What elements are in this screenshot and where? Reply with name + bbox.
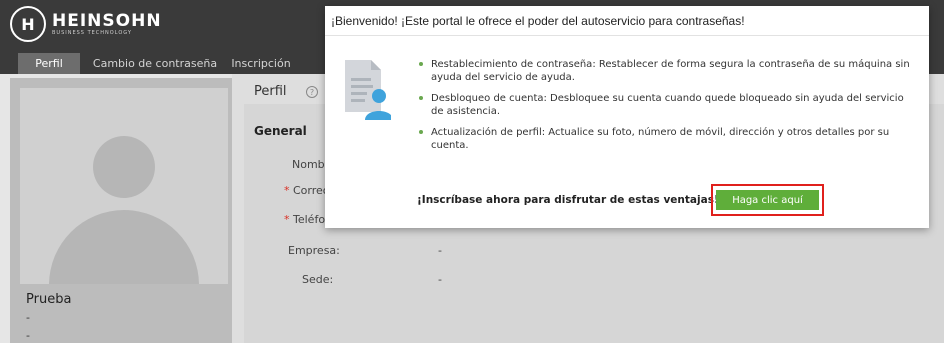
cta-text: ¡Inscríbase ahora para disfrutar de esta… <box>417 194 719 206</box>
field-label-text: Nombr <box>292 158 330 171</box>
benefit-item-profile: Actualización de perfil: Actualice su fo… <box>417 126 917 152</box>
tab-inscripcion[interactable]: Inscripción <box>230 53 292 74</box>
field-label-text: Teléfo <box>293 213 326 226</box>
logo-text: HEINSOHN BUSINESS TECHNOLOGY <box>52 12 162 36</box>
avatar-body-shape <box>49 210 199 284</box>
modal-title: ¡Bienvenido! ¡Este portal le ofrece el p… <box>331 14 745 28</box>
profile-detail-1: - <box>26 311 30 324</box>
profile-detail-2: - <box>26 329 30 342</box>
document-user-icon <box>345 60 391 120</box>
modal-header: ¡Bienvenido! ¡Este portal le ofrece el p… <box>325 6 929 36</box>
help-circle-icon[interactable]: ? <box>306 86 318 98</box>
cta-highlight-frame: Haga clic aquí <box>711 184 824 216</box>
profile-name: Prueba <box>26 292 72 307</box>
enroll-button[interactable]: Haga clic aquí <box>716 190 819 210</box>
field-label-telefono: * Teléfo <box>284 213 325 226</box>
tab-perfil[interactable]: Perfil <box>18 53 80 74</box>
field-value-empresa: - <box>438 244 442 257</box>
heinsohn-logo[interactable]: H HEINSOHN BUSINESS TECHNOLOGY <box>10 6 162 42</box>
required-mark: * <box>284 184 290 197</box>
benefits-list: Restablecimiento de contraseña: Restable… <box>417 58 917 160</box>
section-title-general: General <box>254 124 307 138</box>
avatar-head-shape <box>93 136 155 198</box>
benefit-item-unlock: Desbloqueo de cuenta: Desbloquee su cuen… <box>417 92 917 118</box>
heinsohn-logo-icon: H <box>10 6 46 42</box>
field-label-nombre: Nombr <box>292 158 329 171</box>
avatar[interactable] <box>20 88 228 284</box>
profile-sidebar: Prueba - - <box>10 78 232 343</box>
field-label-correo: * Correo <box>284 184 330 197</box>
brand-name: HEINSOHN <box>52 11 162 31</box>
required-mark: * <box>284 213 290 226</box>
tab-cambio-contrasena[interactable]: Cambio de contraseña <box>84 53 226 74</box>
field-label-empresa: Empresa: <box>288 244 340 257</box>
field-label-sede: Sede: <box>302 273 334 286</box>
page-title: Perfil <box>254 84 287 99</box>
benefit-item-reset: Restablecimiento de contraseña: Restable… <box>417 58 917 84</box>
field-value-sede: - <box>438 273 442 286</box>
welcome-modal: ¡Bienvenido! ¡Este portal le ofrece el p… <box>325 6 929 228</box>
